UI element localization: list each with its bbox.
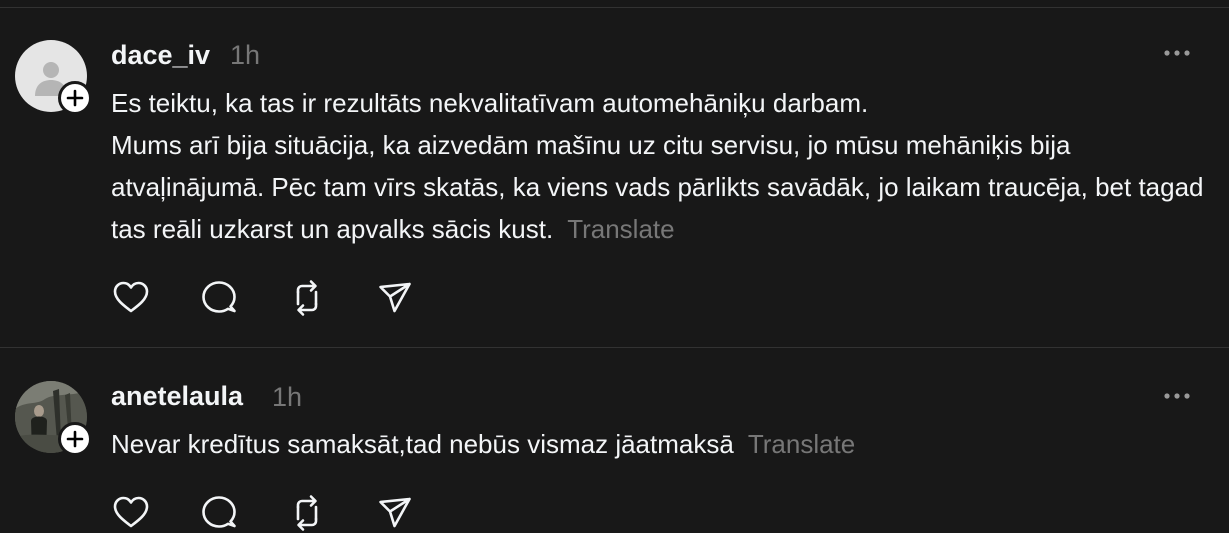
share-button[interactable] bbox=[375, 278, 415, 318]
heart-icon bbox=[113, 281, 149, 313]
timestamp[interactable]: 1h bbox=[272, 381, 302, 413]
follow-button[interactable] bbox=[58, 422, 92, 456]
translate-link[interactable]: Translate bbox=[567, 214, 674, 244]
post-text: Es teiktu, ka tas ir rezultāts nekvalita… bbox=[111, 82, 1211, 250]
post-text: Nevar kredītus samaksāt,tad nebūs vismaz… bbox=[111, 423, 1211, 465]
plus-icon bbox=[66, 89, 84, 107]
repost-button[interactable] bbox=[287, 278, 327, 318]
username[interactable]: dace_iv bbox=[111, 39, 210, 71]
like-button[interactable] bbox=[111, 493, 151, 533]
follow-button[interactable] bbox=[58, 81, 92, 115]
send-icon bbox=[379, 497, 411, 528]
timestamp[interactable]: 1h bbox=[230, 39, 260, 71]
reply-button[interactable] bbox=[199, 493, 239, 533]
repost-button[interactable] bbox=[287, 493, 327, 533]
username[interactable]: anetelaula bbox=[111, 380, 243, 412]
post-line: Nevar kredītus samaksāt,tad nebūs vismaz… bbox=[111, 429, 734, 459]
post-line: Es teiktu, ka tas ir rezultāts nekvalita… bbox=[111, 88, 869, 118]
more-icon bbox=[1164, 50, 1190, 56]
heart-icon bbox=[113, 496, 149, 528]
share-button[interactable] bbox=[375, 493, 415, 533]
more-icon bbox=[1164, 393, 1190, 399]
repost-icon bbox=[296, 280, 318, 316]
comment-icon bbox=[202, 281, 236, 313]
like-button[interactable] bbox=[111, 278, 151, 318]
thread-post: dace_iv 1h Es teiktu, ka tas ir rezultāt… bbox=[0, 0, 1229, 348]
send-icon bbox=[379, 282, 411, 313]
more-button[interactable] bbox=[1163, 48, 1191, 58]
translate-link[interactable]: Translate bbox=[748, 429, 855, 459]
repost-icon bbox=[296, 495, 318, 531]
more-button[interactable] bbox=[1163, 391, 1191, 401]
reply-button[interactable] bbox=[199, 278, 239, 318]
plus-icon bbox=[66, 430, 84, 448]
comment-icon bbox=[202, 496, 236, 528]
thread-post: anetelaula 1h Nevar kredītus samaksāt,ta… bbox=[0, 348, 1229, 533]
